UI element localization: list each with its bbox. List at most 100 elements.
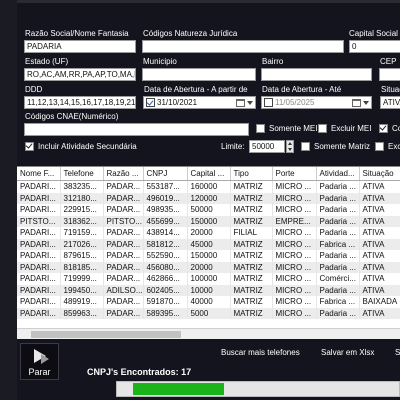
table-cell: PADARI... bbox=[17, 204, 61, 216]
table-cell: MATRIZ bbox=[230, 273, 273, 285]
table-cell: ATIVA bbox=[359, 227, 400, 239]
somente-matriz-checkbox[interactable]: Somente Matriz bbox=[301, 142, 370, 151]
ddd-input[interactable]: 11,12,13,14,15,16,17,18,19,21,2 bbox=[24, 96, 136, 109]
exc-checkbox[interactable]: Exc bbox=[375, 142, 400, 151]
abertura-ate-picker[interactable]: 11/05/2025 bbox=[261, 96, 372, 109]
table-row[interactable]: PADARI... 199450... ADILSO... 602405... 1000… bbox=[17, 284, 400, 296]
table-cell: MICRO ... bbox=[272, 273, 317, 285]
municipio-input[interactable] bbox=[142, 68, 256, 81]
stop-button[interactable]: Parar bbox=[20, 343, 59, 380]
table-row[interactable]: PADARI... 879615... PADAR... 552590... 15000… bbox=[17, 250, 400, 262]
table-cell: MICRO ... bbox=[272, 250, 317, 262]
table-cell: 10000 bbox=[187, 284, 231, 296]
table-cell: 818185... bbox=[60, 261, 104, 273]
situacao-select[interactable]: ATIVA bbox=[380, 96, 400, 109]
table-row[interactable]: PADARI... 719999... PADAR... 462866... 10000… bbox=[17, 273, 400, 285]
table-cell: 160000 bbox=[187, 180, 231, 193]
scrollbar-thumb[interactable] bbox=[31, 331, 181, 338]
cnae-label: Códigos CNAE(Numérico) bbox=[25, 112, 119, 121]
table-cell: Padaria ... bbox=[316, 180, 360, 193]
table-row[interactable]: PADARI... 859963... PADAR... 589395... 5000 M… bbox=[17, 307, 400, 319]
table-cell: MICRO ... bbox=[272, 284, 317, 296]
table-cell: PADAR... bbox=[103, 307, 144, 319]
table-cell: PADARI... bbox=[17, 273, 61, 285]
column-header[interactable]: Atividad... bbox=[316, 167, 360, 181]
excluir-mei-checkbox[interactable]: Excluir MEI bbox=[318, 124, 371, 133]
column-header[interactable]: Capital ... bbox=[187, 167, 231, 181]
limite-label: Limite: bbox=[221, 142, 245, 151]
cnae-input[interactable] bbox=[24, 123, 249, 136]
capital-social-input[interactable]: 0 bbox=[349, 40, 400, 53]
table-cell: PADAR... bbox=[103, 273, 144, 285]
table-cell: 45000 bbox=[187, 238, 231, 250]
limite-input[interactable]: 50000 bbox=[249, 140, 285, 153]
table-cell: 312180... bbox=[60, 192, 104, 204]
somente-mei-checkbox[interactable]: Somente MEI bbox=[256, 124, 317, 133]
table-cell: 552590... bbox=[143, 250, 188, 262]
column-header[interactable]: Tipo bbox=[230, 167, 273, 181]
natureza-juridica-input[interactable] bbox=[142, 40, 344, 53]
column-header[interactable]: Telefone bbox=[60, 167, 104, 181]
table-cell: 199450... bbox=[60, 284, 104, 296]
table-row[interactable]: PADARI... 217026... PADAR... 581812... 45000… bbox=[17, 238, 400, 250]
chevron-down-icon[interactable] bbox=[363, 100, 369, 105]
buscar-telefones-button[interactable]: Buscar mais telefones bbox=[221, 348, 300, 357]
cep-input[interactable] bbox=[379, 68, 400, 81]
table-cell: MATRIZ bbox=[230, 261, 273, 273]
calendar-icon[interactable] bbox=[352, 98, 361, 107]
estado-input[interactable]: RO,AC,AM,RR,PA,AP,TO,MA,PI bbox=[24, 68, 136, 81]
table-cell: MICRO ... bbox=[272, 192, 317, 204]
table-cell: 489919... bbox=[60, 296, 104, 308]
column-header[interactable]: Nome F... bbox=[17, 167, 61, 181]
co-checkbox[interactable]: Co bbox=[379, 124, 400, 133]
table-cell: 229915... bbox=[60, 204, 104, 216]
table-cell: Padaria ... bbox=[316, 307, 360, 319]
limite-spinner[interactable] bbox=[286, 140, 294, 153]
table-cell: MATRIZ bbox=[230, 284, 273, 296]
natureza-juridica-label: Códigos Natureza Jurídica bbox=[143, 29, 238, 38]
window-top-border bbox=[0, 0, 400, 3]
table-row[interactable]: PADARI... 489919... PADAR... 591870... 40000… bbox=[17, 296, 400, 308]
table-cell: 879615... bbox=[60, 250, 104, 262]
bairro-input[interactable] bbox=[261, 68, 372, 81]
column-header[interactable]: CNPJ bbox=[143, 167, 188, 181]
table-cell: 20000 bbox=[187, 227, 231, 239]
table-cell: 40000 bbox=[187, 296, 231, 308]
chevron-down-icon[interactable] bbox=[247, 100, 253, 105]
table-row[interactable]: PITSTO... 318362... PITSTO... 455699... 1500… bbox=[17, 215, 400, 227]
table-cell: 496019... bbox=[143, 192, 188, 204]
table-cell: PITSTO... bbox=[103, 215, 144, 227]
table-cell: 20000 bbox=[187, 261, 231, 273]
table-cell: EMPRE... bbox=[272, 215, 317, 227]
razao-social-input[interactable]: PADARIA bbox=[24, 40, 136, 53]
table-row[interactable]: PADARI... 383235... PADAR... 553187... 16000… bbox=[17, 180, 400, 193]
incluir-secundaria-checkbox[interactable]: Incluir Atividade Secundária bbox=[25, 142, 137, 151]
table-row[interactable]: PADARI... 719159... PADAR... 438914... 20000… bbox=[17, 227, 400, 239]
column-header[interactable]: Razão ... bbox=[103, 167, 144, 181]
s-button[interactable]: S bbox=[395, 348, 400, 357]
column-header[interactable]: Porte bbox=[272, 167, 317, 181]
table-row[interactable]: PADARI... 312180... PADAR... 496019... 12000… bbox=[17, 192, 400, 204]
calendar-icon[interactable] bbox=[236, 98, 245, 107]
table-cell: PADAR... bbox=[103, 296, 144, 308]
results-grid[interactable]: Nome F... Telefone Razão ... CNPJ Capital ..… bbox=[17, 166, 400, 329]
table-cell: 581812... bbox=[143, 238, 188, 250]
table-cell: Fabrica ... bbox=[316, 296, 360, 308]
abertura-de-picker[interactable]: 31/10/2021 bbox=[143, 96, 256, 109]
cep-label: CEP bbox=[380, 57, 397, 66]
table-cell: 591870... bbox=[143, 296, 188, 308]
table-cell: PADARI... bbox=[17, 296, 61, 308]
table-cell: PITSTO... bbox=[17, 215, 61, 227]
abertura-ate-checkbox[interactable] bbox=[264, 98, 273, 107]
abertura-de-label: Data de Abertura - A partir de bbox=[144, 85, 248, 94]
abertura-de-checkbox[interactable] bbox=[146, 98, 155, 107]
table-cell: ATIVA bbox=[359, 273, 400, 285]
table-cell: Padaria ... bbox=[316, 227, 360, 239]
table-row[interactable]: PADARI... 229915... PADAR... 498935... 50000… bbox=[17, 204, 400, 216]
table-cell: MATRIZ bbox=[230, 238, 273, 250]
table-cell: Padaria ... bbox=[316, 250, 360, 262]
table-row[interactable]: PADARI... 818185... PADAR... 456080... 20000… bbox=[17, 261, 400, 273]
salvar-xlsx-button[interactable]: Salvar em Xlsx bbox=[321, 348, 374, 357]
column-header[interactable]: Situação bbox=[359, 167, 400, 181]
table-cell: Fabrica ... bbox=[316, 238, 360, 250]
